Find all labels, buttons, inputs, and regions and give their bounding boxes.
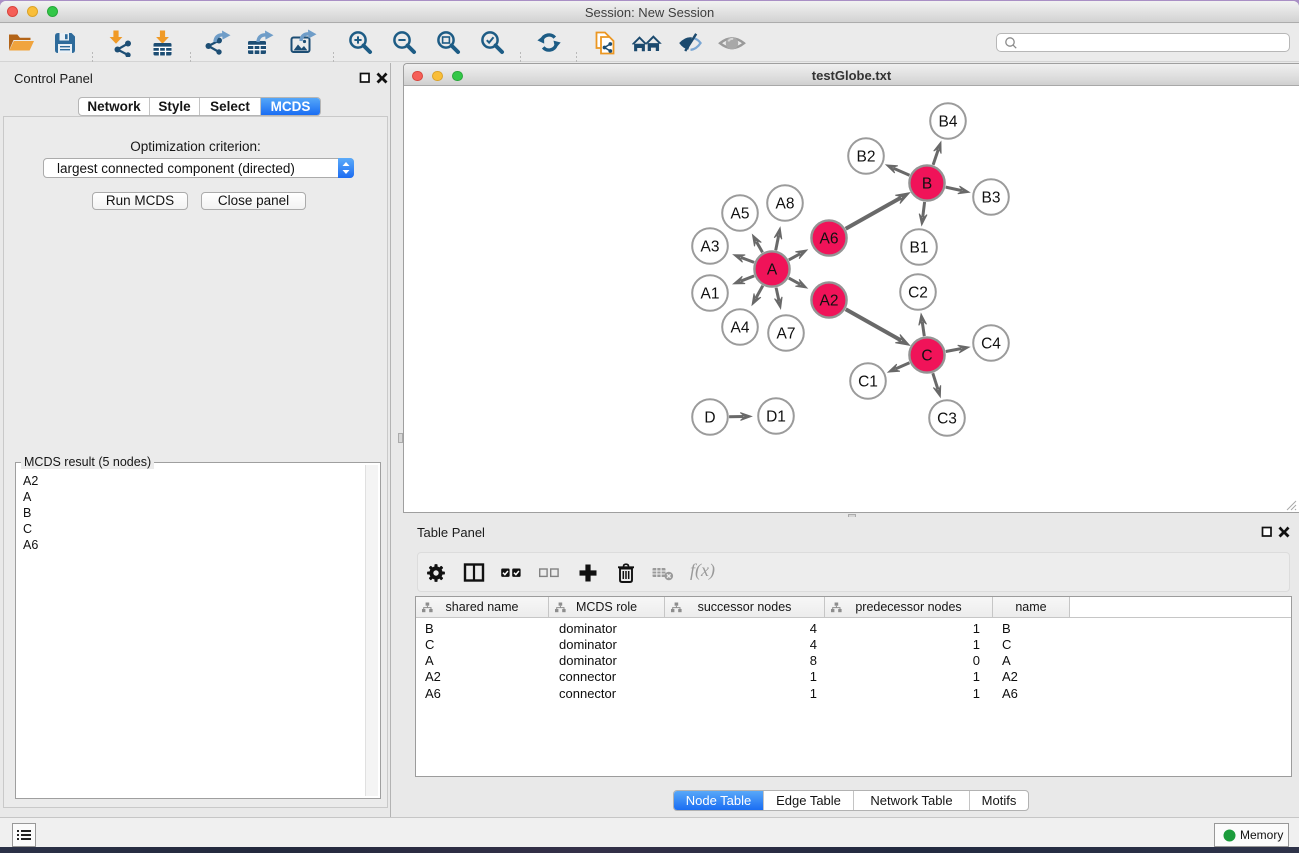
svg-text:A1: A1 (701, 286, 720, 303)
svg-text:B1: B1 (910, 240, 929, 257)
svg-text:A5: A5 (731, 206, 750, 223)
svg-text:A3: A3 (701, 239, 720, 256)
svg-text:A4: A4 (731, 320, 750, 337)
svg-text:C2: C2 (908, 285, 928, 302)
svg-text:A: A (767, 262, 778, 279)
svg-text:B3: B3 (982, 190, 1001, 207)
svg-text:B4: B4 (939, 114, 958, 131)
svg-text:C1: C1 (858, 374, 878, 391)
svg-text:B2: B2 (857, 149, 876, 166)
svg-text:A6: A6 (820, 231, 839, 248)
svg-text:B: B (922, 176, 932, 193)
svg-text:A2: A2 (820, 293, 839, 310)
svg-text:C4: C4 (981, 336, 1001, 353)
svg-text:C: C (921, 348, 932, 365)
svg-text:D: D (704, 410, 715, 427)
svg-text:A8: A8 (776, 196, 795, 213)
svg-text:C3: C3 (937, 411, 957, 428)
svg-text:D1: D1 (766, 409, 786, 426)
svg-text:A7: A7 (777, 326, 796, 343)
